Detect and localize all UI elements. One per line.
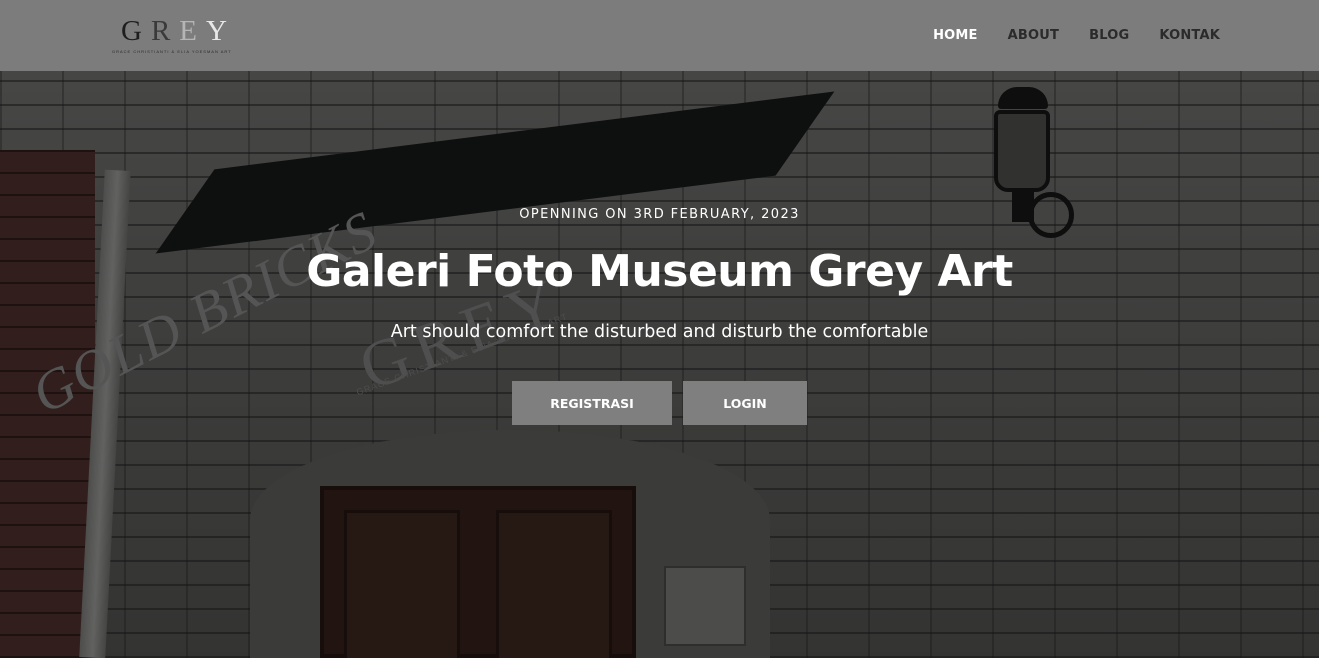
hero-section: OPENNING ON 3RD FEBRUARY, 2023 Galeri Fo…: [0, 0, 1319, 658]
page-title: Galeri Foto Museum Grey Art: [306, 246, 1013, 297]
register-button[interactable]: REGISTRASI: [512, 381, 672, 425]
login-button[interactable]: LOGIN: [683, 381, 807, 425]
hero-tagline: Art should comfort the disturbed and dis…: [390, 322, 929, 342]
opening-date: OPENNING ON 3RD FEBRUARY, 2023: [519, 207, 800, 222]
hero-buttons: REGISTRASI LOGIN: [512, 381, 807, 425]
